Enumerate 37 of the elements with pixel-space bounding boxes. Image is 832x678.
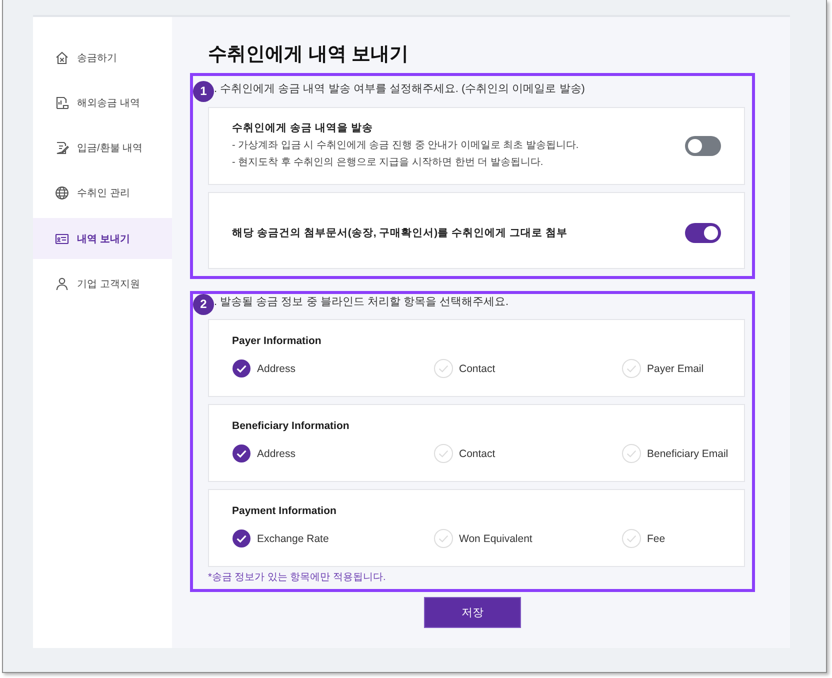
blind-option-checkbox[interactable]: Contact bbox=[434, 359, 496, 378]
blind-option-checkbox[interactable]: Won Equivalent bbox=[434, 529, 532, 548]
blind-option-checkbox[interactable]: Exchange Rate bbox=[232, 529, 329, 548]
setting-description: - 가상계좌 입금 시 수취인에게 송금 진행 중 안내가 이메일로 최초 발송됩니다. bbox=[232, 139, 579, 153]
sidebar-item[interactable]: 기업 고객지원 bbox=[33, 263, 172, 304]
setting-title: 수취인에게 송금 내역을 발송 bbox=[232, 121, 374, 136]
blind-option-checkbox[interactable]: Address bbox=[232, 359, 296, 378]
document-pencil-icon bbox=[55, 141, 69, 156]
group-title: Beneficiary Information bbox=[232, 419, 350, 434]
blind-option-checkbox[interactable]: Contact bbox=[434, 444, 496, 463]
setting-description: - 현지도착 후 수취인의 은행으로 지급을 시작하면 한번 더 발송됩니다. bbox=[232, 156, 544, 170]
group-title: Payment Information bbox=[232, 504, 336, 519]
step-number-badge: 2 bbox=[193, 294, 214, 315]
document-chart-icon bbox=[55, 96, 69, 110]
sidebar-item[interactable]: 내역 보내기 bbox=[33, 218, 172, 260]
footnote: *송금 정보가 있는 항목에만 적용됩니다. bbox=[208, 571, 386, 585]
group-title: Payer Information bbox=[232, 334, 322, 349]
globe-icon bbox=[55, 186, 69, 200]
blind-option-checkbox[interactable]: Address bbox=[232, 444, 296, 463]
save-button[interactable]: 저장 bbox=[424, 597, 521, 628]
sidebar-item[interactable]: 송금하기 bbox=[33, 37, 172, 78]
section-heading: . 발송될 송금 정보 중 블라인드 처리할 항목을 선택해주세요. bbox=[214, 295, 509, 310]
blind-option-checkbox[interactable]: Fee bbox=[622, 529, 666, 548]
blind-option-checkbox[interactable]: Payer Email bbox=[622, 359, 704, 378]
setting-title: 해당 송금건의 첨부문서(송장, 구매확인서)를 수취인에게 그대로 첨부 bbox=[232, 226, 568, 240]
person-icon bbox=[55, 276, 69, 291]
id-card-icon bbox=[55, 232, 69, 246]
blind-option-checkbox[interactable]: Beneficiary Email bbox=[622, 444, 728, 463]
sidebar-item[interactable]: 해외송금 내역 bbox=[33, 82, 172, 124]
house-icon bbox=[55, 50, 69, 64]
toggle-switch[interactable] bbox=[685, 223, 721, 243]
section-heading: . 수취인에게 송금 내역 발송 여부를 설정해주세요. (수취인의 이메일로 발송) bbox=[214, 82, 585, 97]
sidebar-item[interactable]: 수취인 관리 bbox=[33, 172, 172, 214]
page-title: 수취인에게 내역 보내기 bbox=[208, 43, 410, 67]
toggle-switch[interactable] bbox=[685, 136, 721, 156]
step-number-badge: 1 bbox=[193, 81, 214, 102]
sidebar-item[interactable]: 입금/환불 내역 bbox=[33, 128, 172, 169]
